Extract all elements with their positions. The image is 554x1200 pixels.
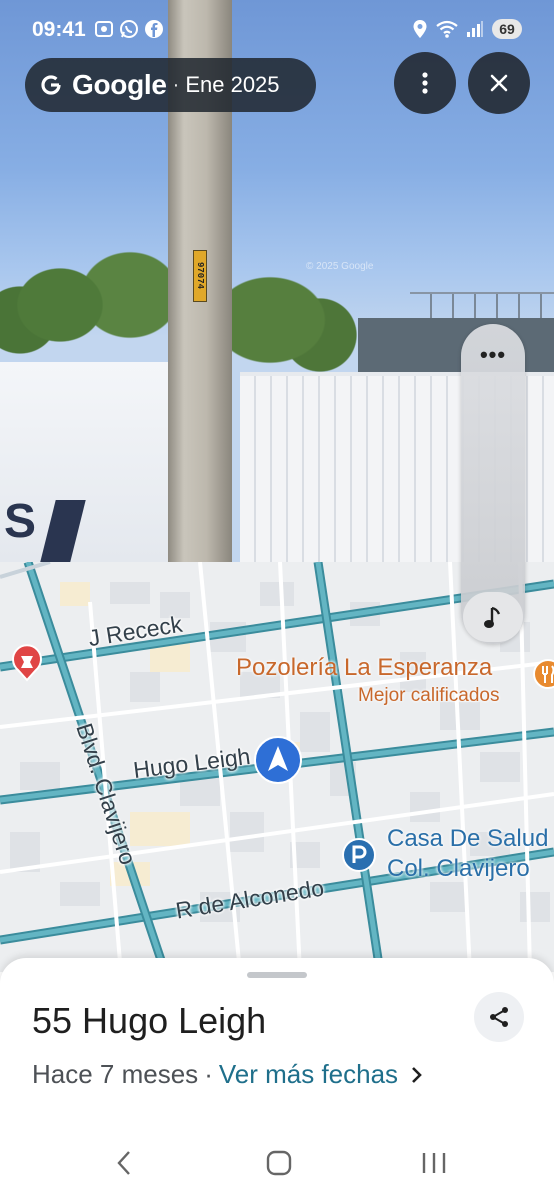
slider-knob[interactable] [463,592,523,642]
vertical-control-panel[interactable]: ••• [461,324,525,644]
back-icon [117,1151,130,1175]
more-options-button[interactable] [394,52,456,114]
signal-icon [467,21,483,37]
recents-icon [422,1153,446,1173]
date-separator: · [204,1059,213,1089]
facebook-icon [145,20,163,38]
music-note-icon [484,606,501,628]
parking-pin[interactable] [341,837,377,873]
nav-back-button[interactable] [104,1148,144,1178]
share-icon [490,1007,508,1027]
home-icon [266,1150,292,1176]
provider-separator: · [172,73,180,96]
poi-restaurant-name[interactable]: Pozolería La Esperanza [236,654,492,682]
chevron-right-icon[interactable] [410,1065,424,1085]
location-icon [413,20,427,38]
notification-icons [94,18,164,40]
battery-indicator: 69 [492,19,522,39]
capture-age: Hace 7 meses [32,1059,199,1089]
red-place-pin[interactable] [10,644,44,682]
share-button[interactable] [474,992,524,1042]
more-dates-link[interactable]: Ver más fechas [219,1059,398,1090]
close-icon [490,74,508,92]
google-g-icon [41,75,61,95]
poi-health-name[interactable]: Casa De Salud [387,824,548,854]
fence-wire [410,292,554,320]
nav-recents-button[interactable] [414,1148,454,1178]
sheet-drag-handle[interactable] [247,972,307,978]
copyright-watermark: © 2025 Google [306,261,374,272]
status-time: 09:41 [32,18,86,41]
wifi-icon [436,20,458,38]
provider-name: Google [72,69,167,100]
more-horiz-icon[interactable]: ••• [461,342,525,368]
more-vert-icon [422,72,428,94]
system-icons: 69 [412,19,522,39]
date-row: Hace 7 meses · Ver más fechas [32,1059,424,1090]
pole-tag: 97074 [193,250,207,302]
system-nav-bar [0,1130,554,1200]
restaurant-pin[interactable] [530,656,554,696]
status-bar: 09:41 69 [0,0,554,60]
current-location-arrow-icon[interactable] [253,735,303,785]
nav-home-button[interactable] [259,1148,299,1178]
poi-health-area: Col. Clavijero [387,855,530,882]
screenshot-icon [95,21,113,37]
whatsapp-icon [120,20,138,38]
close-button[interactable] [468,52,530,114]
poi-restaurant-badge: Mejor calificados [358,685,500,706]
provider-chip[interactable]: Google · Ene 2025 [25,58,316,112]
capture-date: Ene 2025 [185,72,280,97]
address-title: 55 Hugo Leigh [32,1000,267,1041]
